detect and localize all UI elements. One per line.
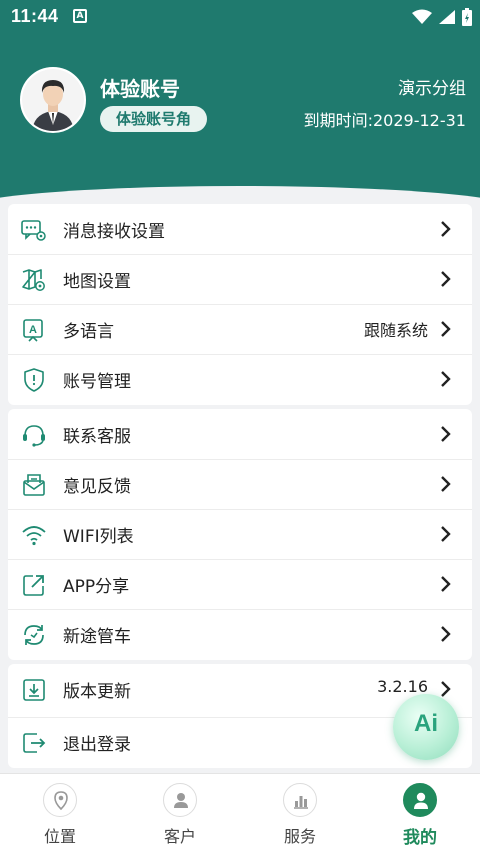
- account-shield-icon: [24, 368, 44, 392]
- menu-item-xintu-fleet[interactable]: 新途管车: [8, 609, 472, 659]
- nav-tab-customer[interactable]: 客户: [120, 774, 240, 853]
- status-bar: 11:44 A: [0, 0, 480, 34]
- nav-label: 位置: [43, 827, 76, 846]
- menu-item-contact-service[interactable]: 联系客服: [8, 409, 472, 459]
- customer-icon: [163, 783, 197, 817]
- menu-item-label: 账号管理: [63, 372, 131, 392]
- menu-item-app-share[interactable]: APP分享: [8, 559, 472, 609]
- header-curve: [0, 186, 480, 200]
- battery-icon: [462, 8, 472, 26]
- wifi-icon: [22, 526, 46, 546]
- chevron-right-icon: [441, 371, 451, 387]
- a-icon: A: [73, 9, 87, 23]
- profile-header: 11:44 A 体验账号 体验账号角 演示分组 到期时间:2029-12-31: [0, 0, 480, 200]
- update-icon: [23, 679, 45, 701]
- menu-item-message-settings[interactable]: 消息接收设置: [8, 204, 472, 254]
- status-time: 11:44: [11, 6, 59, 26]
- chevron-right-icon: [441, 271, 451, 287]
- chevron-right-icon: [441, 576, 451, 592]
- status-icons: [412, 8, 472, 26]
- wifi-status-icon: [412, 9, 432, 24]
- menu-item-label: 意见反馈: [63, 477, 131, 497]
- menu-item-feedback[interactable]: 意见反馈: [8, 459, 472, 509]
- signal-icon: [439, 10, 455, 24]
- nav-label: 服务: [283, 827, 316, 846]
- menu-item-account-management[interactable]: 账号管理: [8, 354, 472, 404]
- settings-card: 消息接收设置 地图设置 A 多语言 跟随系统 账号管理: [8, 204, 472, 405]
- feedback-mail-icon: [23, 474, 45, 496]
- avatar[interactable]: [20, 67, 86, 133]
- chevron-right-icon: [441, 681, 451, 697]
- role-badge: 体验账号角: [100, 106, 208, 132]
- svg-text:A: A: [29, 324, 37, 336]
- chevron-right-icon: [441, 221, 451, 237]
- headset-icon: [23, 425, 45, 447]
- ai-button-label: Ai: [414, 710, 438, 737]
- menu-item-label: 联系客服: [63, 427, 131, 447]
- nav-label: 我的: [403, 828, 437, 848]
- chevron-right-icon: [441, 626, 451, 642]
- map-settings-icon: [22, 269, 45, 291]
- menu-item-label: 新途管车: [63, 627, 131, 647]
- username: 体验账号: [100, 77, 180, 101]
- nav-tab-location[interactable]: 位置: [0, 774, 120, 853]
- group-name: 演示分组: [398, 79, 466, 99]
- refresh-car-icon: [24, 625, 44, 645]
- expire-date: 到期时间:2029-12-31: [303, 111, 466, 130]
- profile-icon: [403, 783, 437, 817]
- service-chart-icon: [283, 783, 317, 817]
- menu-item-label: 多语言: [63, 322, 114, 342]
- message-settings-icon: [21, 220, 46, 241]
- language-value: 跟随系统: [363, 321, 428, 340]
- menu-item-label: APP分享: [63, 577, 130, 597]
- logout-icon: [23, 733, 46, 753]
- menu-item-label: 消息接收设置: [63, 222, 165, 242]
- chevron-right-icon: [441, 321, 451, 337]
- menu-item-wifi-list[interactable]: WIFI列表: [8, 509, 472, 559]
- nav-tab-mine[interactable]: 我的: [360, 774, 480, 853]
- menu-item-label: 退出登录: [63, 735, 131, 755]
- version-value: 3.2.16: [377, 677, 428, 696]
- menu-item-language[interactable]: A 多语言 跟随系统: [8, 304, 472, 354]
- chevron-right-icon: [441, 426, 451, 442]
- menu-item-label: 地图设置: [63, 272, 131, 292]
- chevron-right-icon: [441, 476, 451, 492]
- nav-label: 客户: [163, 827, 196, 846]
- nav-tab-service[interactable]: 服务: [240, 774, 360, 853]
- menu-item-label: 版本更新: [63, 682, 131, 702]
- bottom-nav: 位置 客户 服务 我的: [0, 773, 480, 853]
- avatar-person-icon: [22, 69, 84, 131]
- support-card: 联系客服 意见反馈 WIFI列表 APP分享 新途管车: [8, 409, 472, 660]
- ai-assistant-button[interactable]: Ai: [393, 694, 459, 760]
- share-icon: [23, 575, 44, 596]
- menu-item-label: WIFI列表: [63, 527, 134, 547]
- location-icon: [43, 783, 77, 817]
- chevron-right-icon: [441, 526, 451, 542]
- menu-item-map-settings[interactable]: 地图设置: [8, 254, 472, 304]
- language-icon: A: [23, 319, 43, 342]
